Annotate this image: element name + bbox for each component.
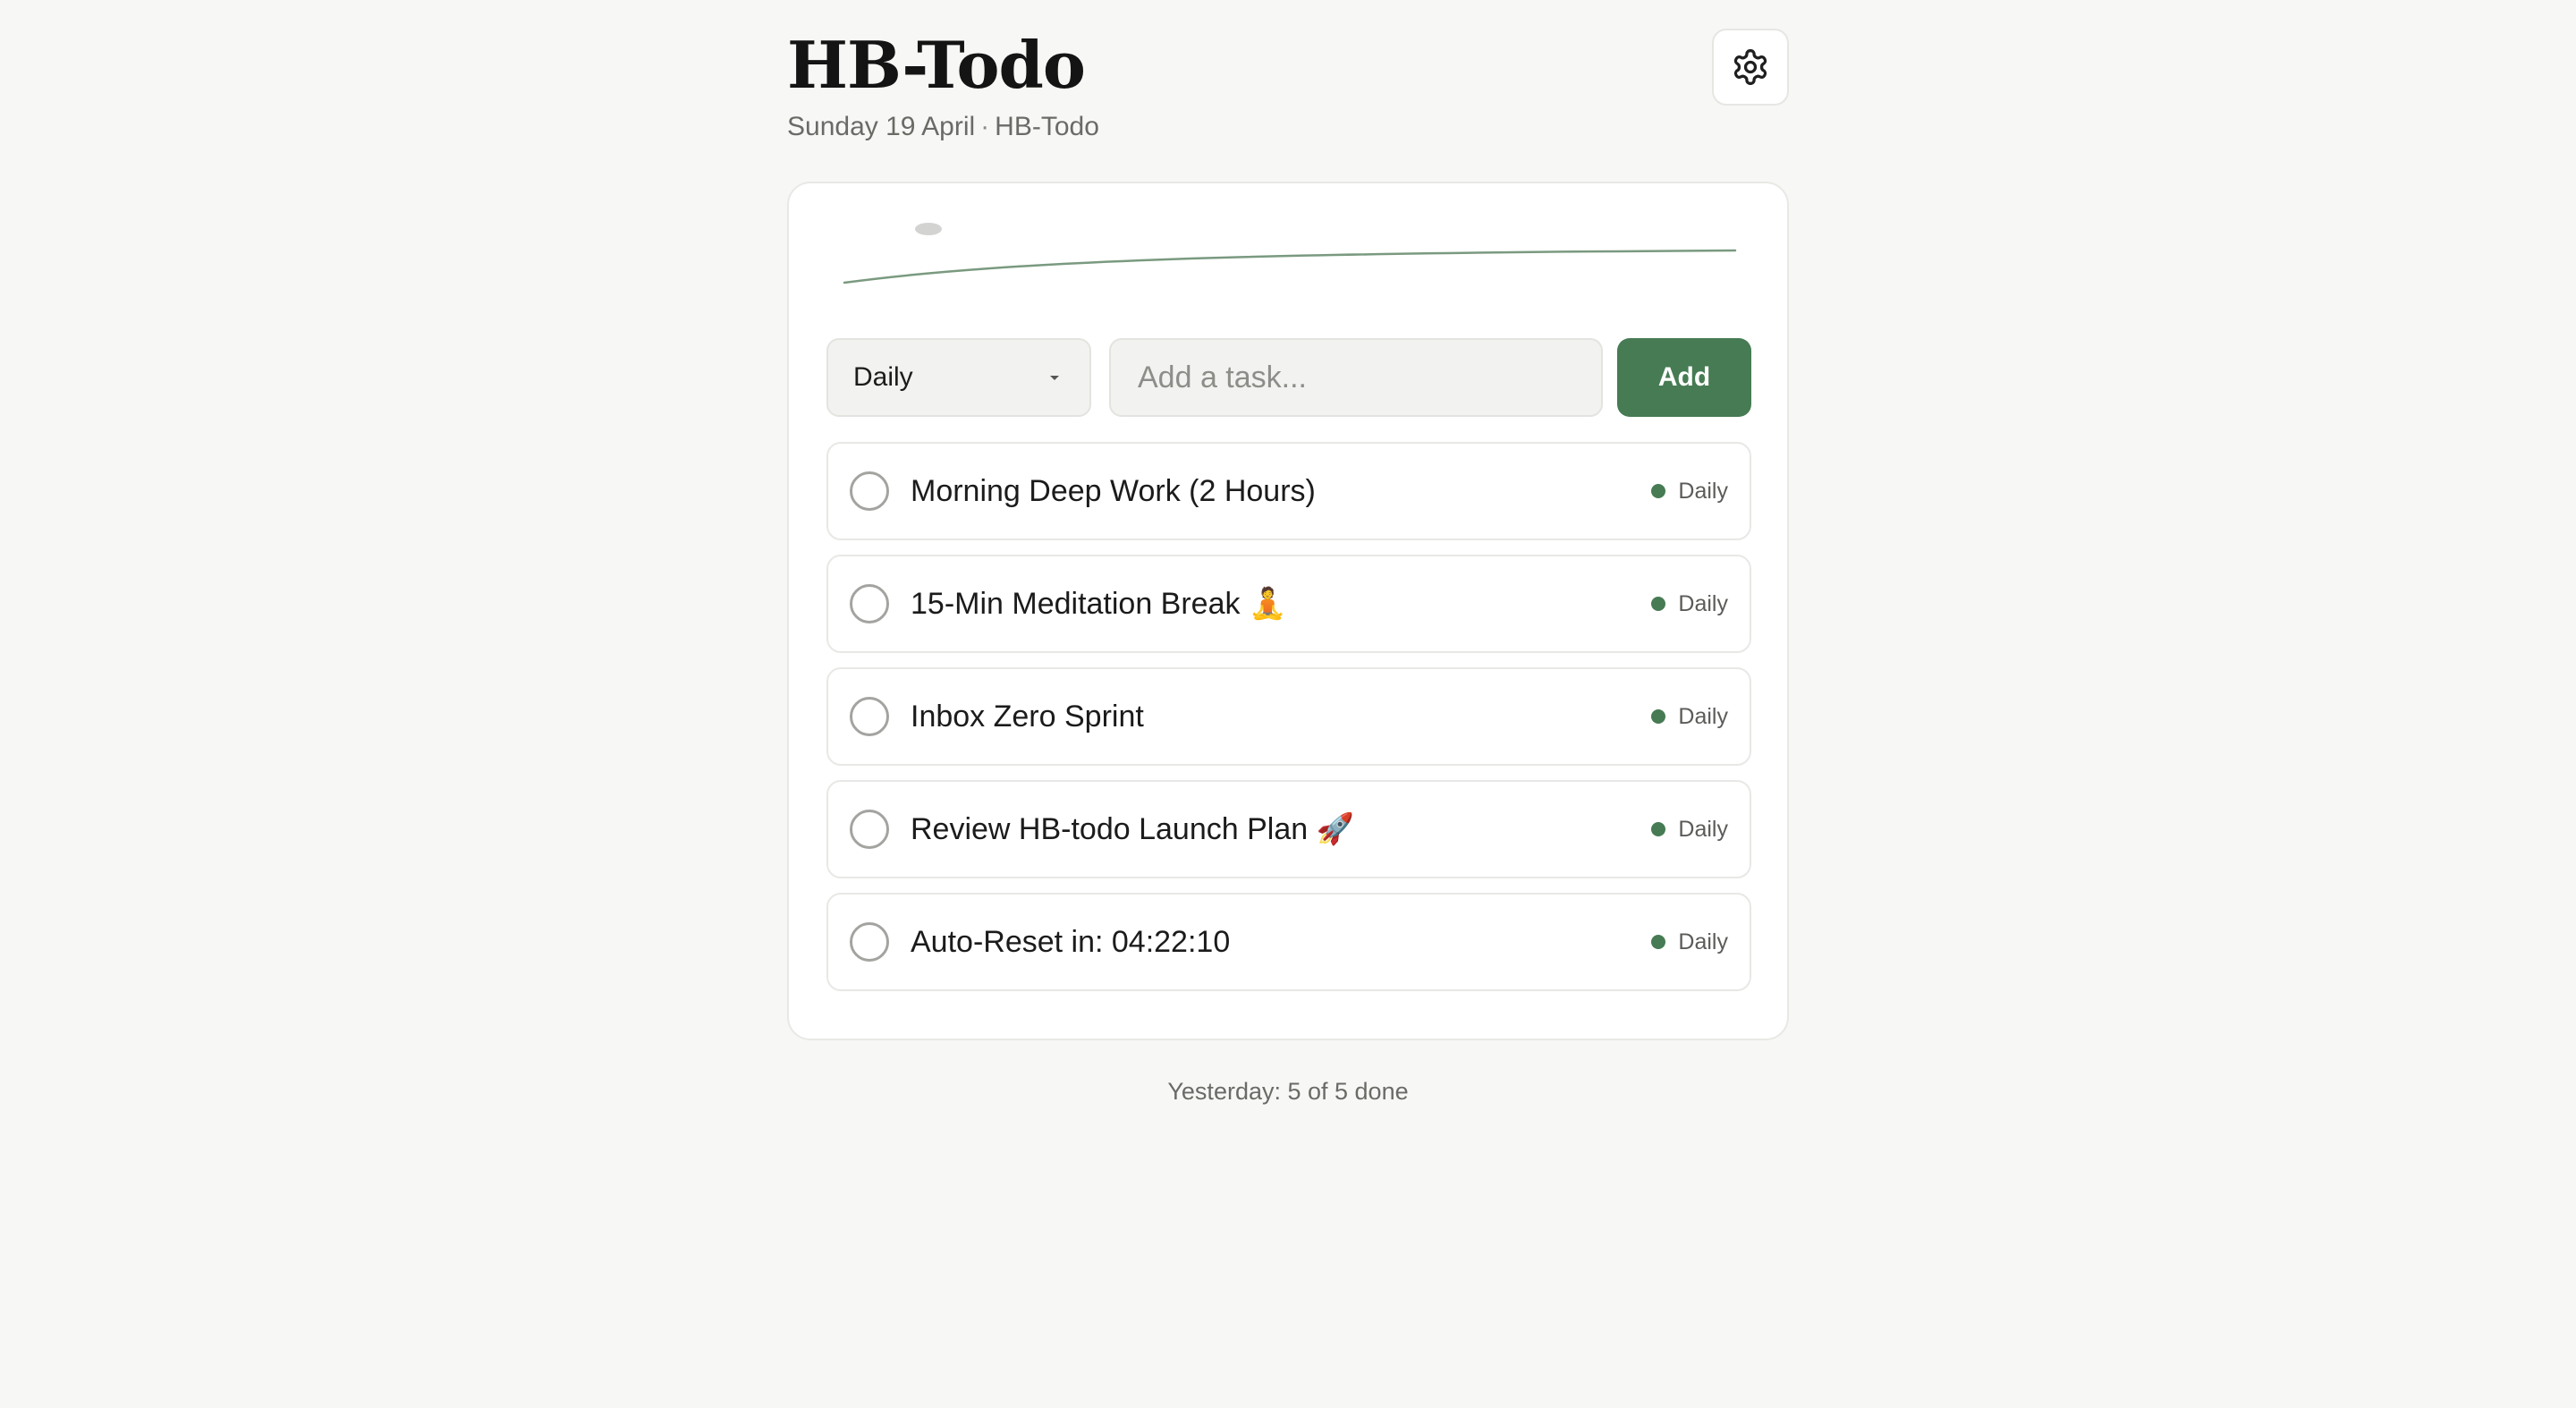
task-frequency-label: Daily	[1678, 590, 1728, 616]
current-date: Sunday 19 April	[787, 112, 976, 141]
task-checkbox[interactable]	[850, 471, 889, 511]
task-item[interactable]: Inbox Zero Sprint Daily	[826, 667, 1751, 766]
page-subtitle: Sunday 19 April · HB-Todo	[787, 109, 1099, 145]
task-text: Morning Deep Work (2 Hours)	[911, 474, 1316, 508]
status-dot-icon	[1651, 935, 1666, 949]
task-input[interactable]	[1109, 338, 1603, 417]
task-frequency-tag: Daily	[1651, 782, 1728, 877]
task-text: Review HB-todo Launch Plan 🚀	[911, 812, 1354, 846]
task-item[interactable]: Auto-Reset in: 04:22:10 Daily	[826, 893, 1751, 991]
task-frequency-tag: Daily	[1651, 895, 1728, 989]
task-frequency-label: Daily	[1678, 929, 1728, 954]
task-checkbox[interactable]	[850, 584, 889, 623]
task-text: Auto-Reset in: 04:22:10	[911, 925, 1231, 959]
add-task-controls: Daily Add	[826, 338, 1751, 417]
task-frequency-tag: Daily	[1651, 556, 1728, 651]
status-dot-icon	[1651, 822, 1666, 836]
chevron-down-icon	[1050, 376, 1059, 380]
task-text: 15-Min Meditation Break 🧘	[911, 587, 1287, 621]
todo-card: Daily Add Morning Deep Work (2 Hours) Da…	[787, 182, 1789, 1040]
task-checkbox[interactable]	[850, 922, 889, 962]
task-item[interactable]: 15-Min Meditation Break 🧘 Daily	[826, 555, 1751, 653]
app-header: HB-Todo Sunday 19 April · HB-Todo	[787, 21, 1789, 165]
add-task-button[interactable]: Add	[1617, 338, 1751, 417]
task-text: Inbox Zero Sprint	[911, 700, 1144, 734]
subtitle-app-name: HB-Todo	[995, 112, 1099, 141]
status-dot-icon	[1651, 484, 1666, 498]
status-dot-icon	[1651, 597, 1666, 611]
task-frequency-tag: Daily	[1651, 669, 1728, 764]
sparkline-marker	[915, 223, 942, 235]
task-list: Morning Deep Work (2 Hours) Daily 15-Min…	[826, 442, 1751, 1005]
task-checkbox[interactable]	[850, 810, 889, 849]
task-frequency-tag: Daily	[1651, 444, 1728, 539]
settings-button[interactable]	[1712, 29, 1789, 106]
task-item[interactable]: Morning Deep Work (2 Hours) Daily	[826, 442, 1751, 540]
task-frequency-label: Daily	[1678, 703, 1728, 729]
task-checkbox[interactable]	[850, 697, 889, 736]
gear-icon	[1733, 49, 1767, 85]
task-frequency-label: Daily	[1678, 816, 1728, 842]
completion-summary: Yesterday: 5 of 5 done	[1167, 1078, 1409, 1105]
status-dot-icon	[1651, 709, 1666, 724]
sparkline-line	[843, 249, 1737, 284]
frequency-select-value: Daily	[853, 362, 913, 392]
page-title: HB-Todo	[787, 27, 1086, 103]
frequency-select[interactable]: Daily	[826, 338, 1091, 417]
task-item[interactable]: Review HB-todo Launch Plan 🚀 Daily	[826, 780, 1751, 878]
subtitle-separator: ·	[980, 112, 990, 141]
progress-sparkline	[843, 223, 1737, 284]
task-frequency-label: Daily	[1678, 478, 1728, 504]
